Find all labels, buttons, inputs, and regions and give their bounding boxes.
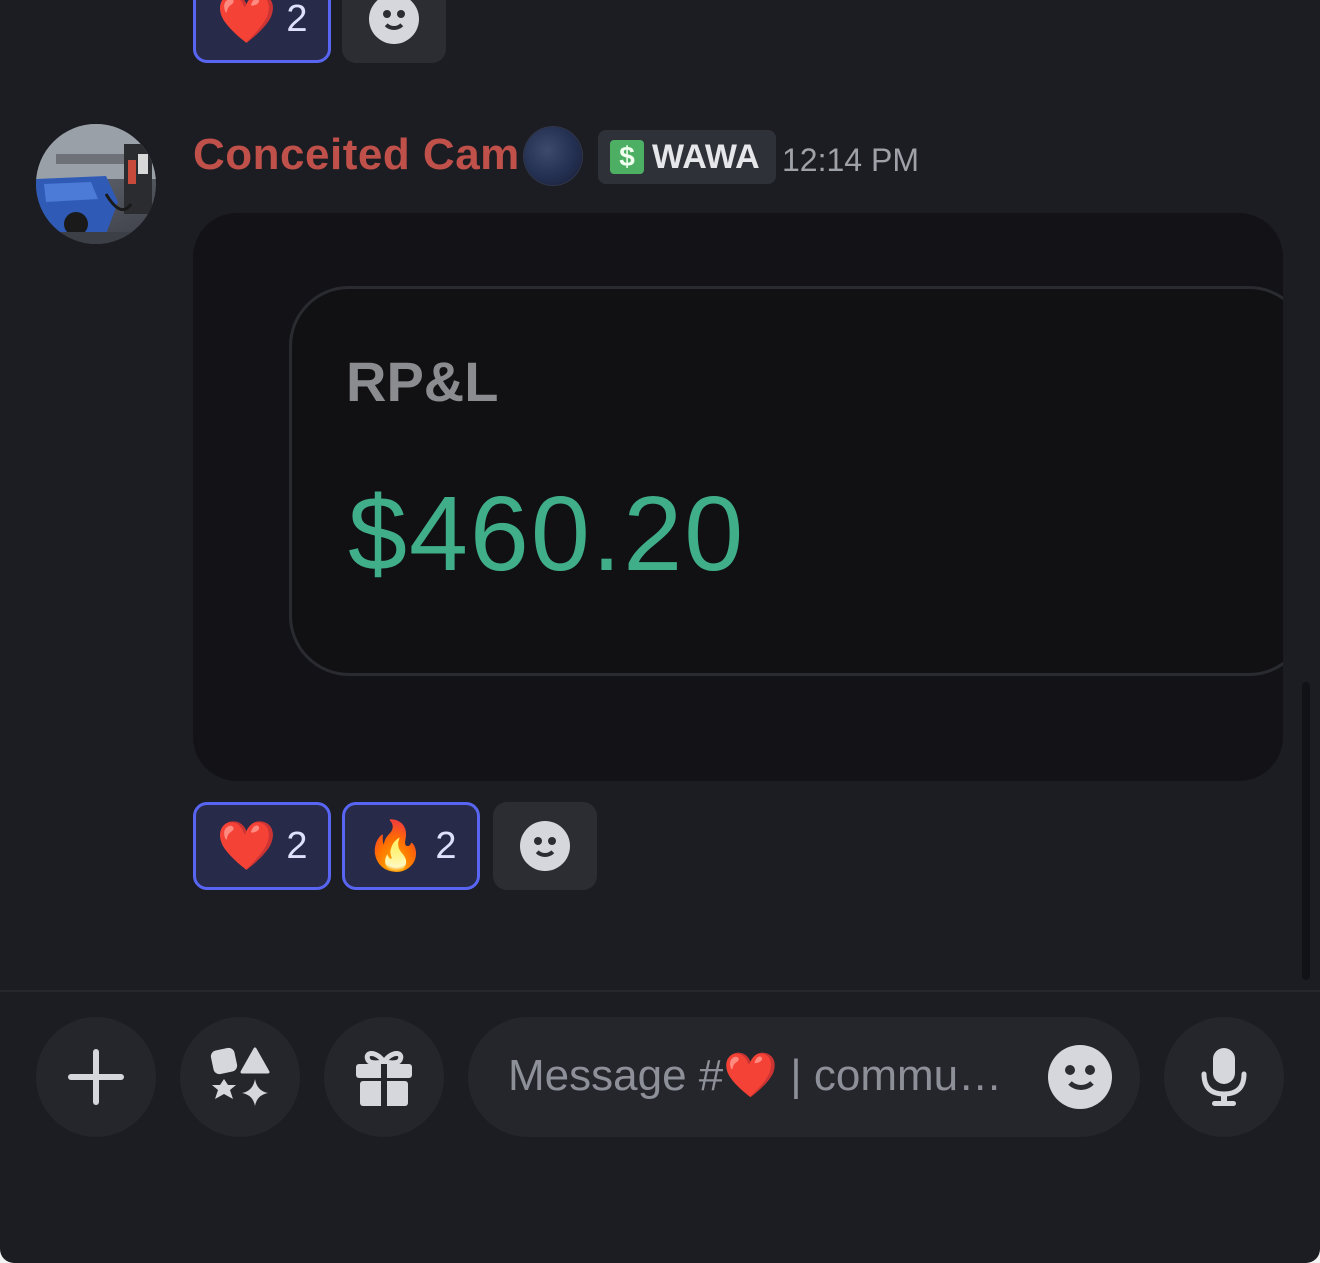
fire-emoji: 🔥 bbox=[365, 818, 426, 874]
avatar[interactable] bbox=[36, 124, 156, 244]
pnl-label: RP&L bbox=[346, 350, 499, 413]
reaction-heart-top[interactable]: ❤️ 2 bbox=[193, 0, 331, 63]
smiley-face-icon bbox=[1048, 1045, 1112, 1109]
heart-emoji: ❤️ bbox=[216, 0, 277, 47]
reaction-count: 2 bbox=[286, 824, 308, 867]
message-input-placeholder: Message #❤️ | commu… bbox=[508, 1051, 1003, 1100]
timestamp: 12:14 PM bbox=[782, 142, 919, 178]
username[interactable]: Conceited Cam bbox=[193, 130, 520, 180]
server-tag-label: WAWA bbox=[652, 137, 760, 176]
avatar-photo bbox=[36, 124, 156, 244]
moon-icon bbox=[524, 127, 582, 185]
reaction-heart[interactable]: ❤️ 2 bbox=[193, 802, 331, 890]
add-reaction-button[interactable] bbox=[493, 802, 597, 890]
message-input[interactable]: Message #❤️ | commu… bbox=[468, 1017, 1140, 1137]
heart-emoji: ❤️ bbox=[216, 818, 277, 874]
apps-button[interactable] bbox=[180, 1017, 300, 1137]
chat-window: ❤️ 2 Conceited Cam $ WAWA 12:14 PM RP&L … bbox=[0, 0, 1320, 1263]
image-attachment[interactable]: RP&L $460.20 bbox=[193, 213, 1283, 781]
add-attachment-button[interactable] bbox=[36, 1017, 156, 1137]
voice-message-button[interactable] bbox=[1164, 1017, 1284, 1137]
pnl-card: RP&L $460.20 bbox=[289, 286, 1283, 676]
gift-icon bbox=[356, 1051, 412, 1106]
scrollbar[interactable] bbox=[1302, 682, 1310, 980]
smiley-face-icon bbox=[369, 0, 419, 44]
reaction-fire[interactable]: 🔥 2 bbox=[342, 802, 480, 890]
pnl-value: $460.20 bbox=[348, 475, 746, 593]
server-tag[interactable]: $ WAWA bbox=[598, 130, 776, 184]
divider bbox=[0, 990, 1320, 992]
smiley-face-icon bbox=[520, 821, 570, 871]
gift-button[interactable] bbox=[324, 1017, 444, 1137]
apps-icon bbox=[210, 1047, 270, 1106]
reaction-count: 2 bbox=[435, 824, 457, 867]
microphone-icon bbox=[1201, 1048, 1247, 1106]
add-reaction-button-top[interactable] bbox=[342, 0, 446, 63]
emoji-picker-button[interactable] bbox=[1048, 1045, 1112, 1109]
money-icon: $ bbox=[610, 140, 644, 174]
reaction-count: 2 bbox=[286, 0, 308, 40]
plus-icon bbox=[68, 1049, 124, 1105]
